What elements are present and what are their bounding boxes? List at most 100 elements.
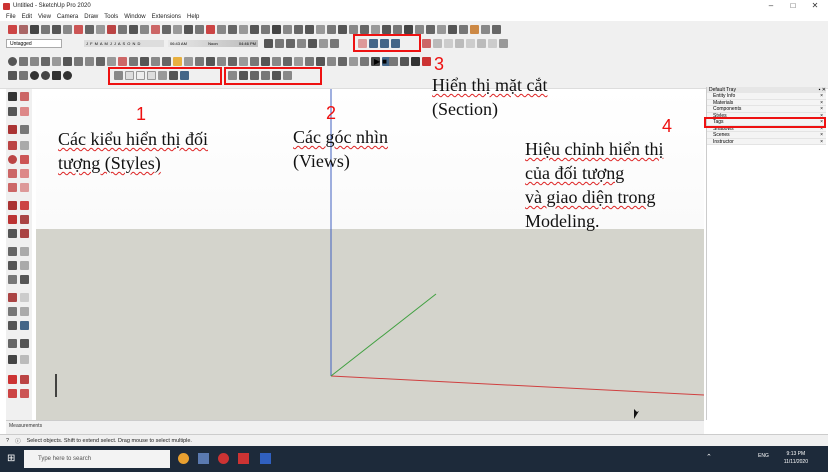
walk-tool-icon[interactable] <box>195 57 204 66</box>
photo-match-icon[interactable] <box>360 57 369 66</box>
cut-icon[interactable] <box>41 57 50 66</box>
erase-icon[interactable] <box>74 57 83 66</box>
section-tool-icon[interactable] <box>20 355 29 364</box>
orbit-icon[interactable] <box>228 25 237 34</box>
pushpull-tool-icon[interactable] <box>20 201 29 210</box>
settings-icon[interactable] <box>481 25 490 34</box>
rotated-rect-icon[interactable] <box>20 141 29 150</box>
time-slider[interactable]: 06:43 AM Noon 04:46 PM <box>168 40 258 47</box>
tool-extra-icon[interactable] <box>499 39 508 48</box>
menu-file[interactable]: File <box>6 14 16 20</box>
move-icon[interactable] <box>96 25 105 34</box>
line-icon[interactable] <box>30 25 39 34</box>
copy-icon[interactable] <box>52 57 61 66</box>
protractor-tool-icon[interactable] <box>8 261 17 270</box>
chrome-icon[interactable] <box>178 453 189 464</box>
select-icon[interactable] <box>8 92 17 101</box>
windows-start-icon[interactable]: ⊞ <box>7 453 18 464</box>
freehand-tool-icon[interactable] <box>20 125 29 134</box>
minimize-button[interactable]: – <box>760 0 782 12</box>
zoom-extents-icon[interactable] <box>261 25 270 34</box>
fog-icon[interactable] <box>184 57 193 66</box>
share-model-icon[interactable] <box>8 389 17 398</box>
polygon-icon[interactable] <box>74 25 83 34</box>
3point-arc-icon[interactable] <box>20 183 29 192</box>
preferences-icon[interactable] <box>492 25 501 34</box>
undo-icon[interactable] <box>19 57 28 66</box>
camera-left-icon[interactable] <box>319 39 328 48</box>
measurements-box[interactable]: Measurements <box>6 420 704 434</box>
tape-measure-icon[interactable] <box>118 57 127 66</box>
erase-tool-icon[interactable] <box>20 107 29 116</box>
eye-icon[interactable] <box>63 71 72 80</box>
trim-icon[interactable] <box>393 25 402 34</box>
scene-icon[interactable] <box>389 57 398 66</box>
zoom-icon[interactable] <box>250 25 259 34</box>
drape-icon[interactable] <box>272 57 281 66</box>
menu-edit[interactable]: Edit <box>22 14 32 20</box>
solid-tools-icon[interactable] <box>349 25 358 34</box>
walk-tool2-icon[interactable] <box>8 355 17 364</box>
walk-icon[interactable] <box>272 25 281 34</box>
component-attributes-icon[interactable] <box>338 57 347 66</box>
paste-icon[interactable] <box>63 57 72 66</box>
camera-back-icon[interactable] <box>308 39 317 48</box>
back-edges-icon[interactable] <box>433 39 442 48</box>
select-tool-icon[interactable] <box>8 25 17 34</box>
gear-icon[interactable] <box>411 57 420 66</box>
component-options-icon[interactable] <box>327 57 336 66</box>
sandbox-from-contours-icon[interactable] <box>228 57 237 66</box>
sun-icon[interactable] <box>173 57 182 66</box>
zoom-tool-icon[interactable] <box>8 307 17 316</box>
lookaround-icon[interactable] <box>283 25 292 34</box>
camera-top-icon[interactable] <box>275 39 284 48</box>
scale-icon[interactable] <box>140 25 149 34</box>
close-button[interactable]: ✕ <box>804 0 826 12</box>
pdf-icon[interactable] <box>238 453 249 464</box>
orbit-tool-icon[interactable] <box>8 293 17 302</box>
2point-arc-icon[interactable] <box>8 183 17 192</box>
zoom-window-icon[interactable] <box>20 307 29 316</box>
intersect-icon[interactable] <box>360 25 369 34</box>
circle-icon[interactable] <box>63 25 72 34</box>
split-icon[interactable] <box>404 25 413 34</box>
menu-camera[interactable]: Camera <box>57 14 78 20</box>
3dtext-tool-icon[interactable] <box>20 275 29 284</box>
text-icon[interactable] <box>195 25 204 34</box>
play-icon[interactable]: ▶ <box>374 57 380 66</box>
sandbox-scratch-icon[interactable] <box>239 57 248 66</box>
camera-right-icon[interactable] <box>297 39 306 48</box>
rotate-icon[interactable] <box>118 25 127 34</box>
dimension-icon[interactable] <box>173 25 182 34</box>
model-info-icon[interactable] <box>8 57 17 66</box>
rotate-tool-icon[interactable] <box>8 215 17 224</box>
layout-icon[interactable] <box>448 25 457 34</box>
print-icon[interactable] <box>107 57 116 66</box>
menu-draw[interactable]: Draw <box>84 14 98 20</box>
previous-view-icon[interactable] <box>20 321 29 330</box>
paint-icon[interactable] <box>305 25 314 34</box>
tags-icon[interactable] <box>8 71 17 80</box>
monochrome-icon[interactable] <box>488 39 497 48</box>
section-plane-icon[interactable] <box>294 25 303 34</box>
followme-tool-icon[interactable] <box>20 215 29 224</box>
smoove-icon[interactable] <box>250 57 259 66</box>
dynamic-component-icon[interactable] <box>305 57 314 66</box>
menu-window[interactable]: Window <box>124 14 145 20</box>
tape-icon[interactable] <box>162 25 171 34</box>
extension-warehouse-icon[interactable] <box>20 375 29 384</box>
show-icon[interactable] <box>41 71 50 80</box>
eraser-icon[interactable] <box>19 25 28 34</box>
axes-tool-icon[interactable] <box>162 57 171 66</box>
union-icon[interactable] <box>371 25 380 34</box>
pan-tool-icon[interactable] <box>20 293 29 302</box>
extension-icon[interactable] <box>437 25 446 34</box>
camera-bottom-icon[interactable] <box>330 39 339 48</box>
tray-item-instructor[interactable]: Instructor × <box>707 138 826 145</box>
warehouse-tool-icon[interactable] <box>8 375 17 384</box>
axes-icon[interactable] <box>206 25 215 34</box>
pie-tool-icon[interactable] <box>20 169 29 178</box>
export-icon[interactable] <box>400 57 409 66</box>
add-detail-icon[interactable] <box>283 57 292 66</box>
3dtext-icon[interactable] <box>217 25 226 34</box>
